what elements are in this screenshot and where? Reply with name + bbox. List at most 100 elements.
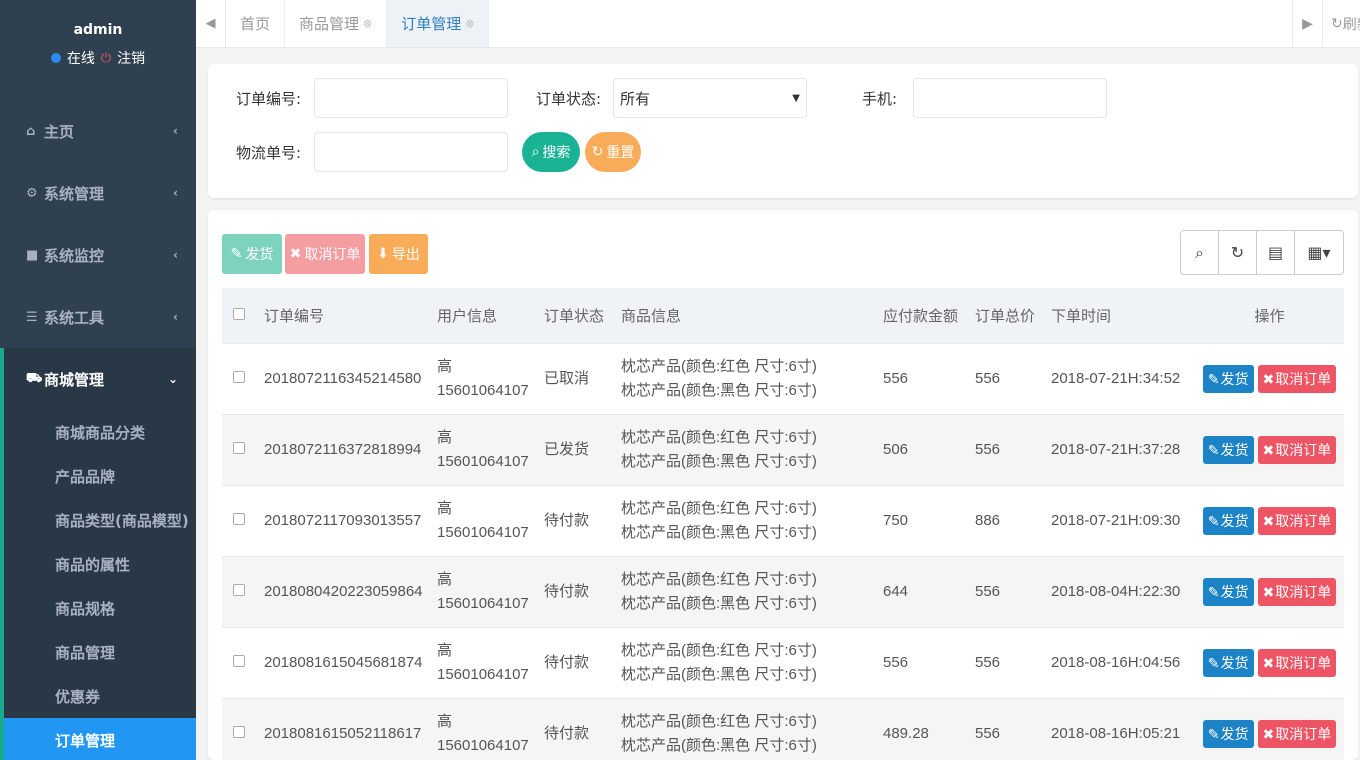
row-checkbox[interactable] <box>233 441 245 454</box>
export-button[interactable]: ⬇ 导出 <box>369 234 428 274</box>
row-select-cell <box>222 343 258 414</box>
order-no-input[interactable] <box>314 78 508 118</box>
submenu-item-spec[interactable]: 商品规格 <box>4 586 196 630</box>
row-checkbox[interactable] <box>233 512 245 525</box>
close-icon[interactable]: ⊗ <box>363 17 372 30</box>
row-ship-button[interactable]: ✎ 发货 <box>1202 577 1254 606</box>
row-ship-button[interactable]: ✎ 发货 <box>1202 364 1254 393</box>
submenu-item-product[interactable]: 商品管理 <box>4 630 196 674</box>
product-line: 枕芯产品(颜色:黑色 尺寸:6寸) <box>621 381 817 399</box>
table-row: 2018081615052118617 高 15601064107 待付款 枕芯产… <box>222 698 1344 760</box>
row-checkbox[interactable] <box>233 370 245 383</box>
close-icon: ✖ <box>1262 370 1275 387</box>
row-ship-label: 发货 <box>1220 583 1249 600</box>
tab-home[interactable]: 首页 <box>226 0 286 47</box>
tab-products[interactable]: 商品管理 ⊗ <box>285 0 388 47</box>
user-name: 高 <box>437 641 453 659</box>
row-cancel-button[interactable]: ✖ 取消订单 <box>1257 435 1337 464</box>
submenu-item-type[interactable]: 商品类型(商品模型) <box>4 498 196 542</box>
select-all-checkbox[interactable] <box>233 307 245 320</box>
tab-orders[interactable]: 订单管理 ⊗ <box>387 0 490 47</box>
logistics-no-input[interactable] <box>314 132 508 172</box>
cancel-order-button[interactable]: ✖ 取消订单 <box>285 234 365 274</box>
order-status-select[interactable]: 所有 ▼ <box>613 78 807 118</box>
table-refresh-button[interactable]: ↻ <box>1219 231 1257 274</box>
submenu-item-brand[interactable]: 产品品牌 <box>4 454 196 498</box>
table-columns-button[interactable]: ▦▾ <box>1295 231 1343 274</box>
submenu-item-attribute[interactable]: 商品的属性 <box>4 542 196 586</box>
user-info-cell: 高 15601064107 <box>431 698 538 760</box>
row-checkbox[interactable] <box>233 654 245 667</box>
menu-item-tools[interactable]: ☰ 系统工具 ‹ <box>0 286 196 348</box>
ship-button[interactable]: ✎ 发货 <box>222 234 282 274</box>
row-ship-button[interactable]: ✎ 发货 <box>1202 719 1254 748</box>
user-info-cell: 高 15601064107 <box>431 627 538 698</box>
menu-item-label: 商城管理 <box>44 370 105 389</box>
menu-item-system[interactable]: ⚙ 系统管理 ‹ <box>0 162 196 224</box>
table-toggle-view-button[interactable]: ▤ <box>1257 231 1295 274</box>
col-total[interactable]: 订单总价 <box>969 288 1045 344</box>
table-search-button[interactable]: ⌕ <box>1181 231 1219 274</box>
order-no-cell: 2018072116372818994 <box>264 440 422 458</box>
refresh-button[interactable]: ↻ 刷新 <box>1322 0 1360 47</box>
payable-cell: 506 <box>883 440 909 458</box>
user-phone: 15601064107 <box>437 736 529 754</box>
row-ship-button[interactable]: ✎ 发货 <box>1202 506 1254 535</box>
row-cancel-button[interactable]: ✖ 取消订单 <box>1257 719 1337 748</box>
user-info-cell: 高 15601064107 <box>431 414 538 485</box>
col-user-info[interactable]: 用户信息 <box>431 288 538 344</box>
row-ship-button[interactable]: ✎ 发货 <box>1202 435 1254 464</box>
home-icon: ⌂ <box>26 123 36 139</box>
phone-input[interactable] <box>913 78 1107 118</box>
bars-icon: ☰ <box>26 309 38 325</box>
status-cell: 已取消 <box>544 369 590 387</box>
gear-icon: ⚙ <box>26 185 38 201</box>
row-cancel-label: 取消订单 <box>1275 512 1332 529</box>
submenu-item-orders[interactable]: 订单管理 <box>4 718 196 760</box>
col-product-info[interactable]: 商品信息 <box>615 288 877 344</box>
table-row: 2018081615045681874 高 15601064107 待付款 枕芯产… <box>222 627 1344 698</box>
order-time-cell: 2018-08-04H:22:30 <box>1051 582 1181 600</box>
col-payable[interactable]: 应付款金额 <box>877 288 969 344</box>
total-cell: 556 <box>975 369 1001 387</box>
col-order-time[interactable]: 下单时间 <box>1045 288 1195 344</box>
table-row: 2018080420223059864 高 15601064107 待付款 枕芯产… <box>222 556 1344 627</box>
status-cell: 待付款 <box>544 724 590 742</box>
menu-item-label: 系统工具 <box>44 308 105 327</box>
search-button-label: 搜索 <box>542 145 571 161</box>
logout-link[interactable]: 注销 <box>117 48 145 68</box>
row-checkbox[interactable] <box>233 725 245 738</box>
tab-scroll-left-button[interactable]: ◀ <box>196 0 226 47</box>
total-cell: 886 <box>975 511 1001 529</box>
row-cancel-button[interactable]: ✖ 取消订单 <box>1257 577 1337 606</box>
row-cancel-button[interactable]: ✖ 取消订单 <box>1257 648 1337 677</box>
col-status[interactable]: 订单状态 <box>538 288 615 344</box>
row-cancel-button[interactable]: ✖ 取消订单 <box>1257 364 1337 393</box>
submenu-item-category[interactable]: 商城商品分类 <box>4 410 196 454</box>
close-icon: ✖ <box>289 246 302 262</box>
status-cell: 待付款 <box>544 653 590 671</box>
logout-icon[interactable]: ⏻ <box>101 51 111 66</box>
menu-item-label: 主页 <box>44 122 75 141</box>
menu-item-home[interactable]: ⌂ 主页 ‹ <box>0 100 196 162</box>
caret-down-icon: ▼ <box>792 92 800 104</box>
submenu-item-coupon[interactable]: 优惠券 <box>4 674 196 718</box>
orders-table: 订单编号 用户信息 订单状态 商品信息 应付款金额 订单总价 下单时间 操作 2… <box>222 288 1344 760</box>
menu-item-mall[interactable]: ⛟ 商城管理 ⌄ <box>0 348 196 410</box>
product-line: 枕芯产品(颜色:红色 尺寸:6寸) <box>621 570 817 588</box>
edit-icon: ✎ <box>230 246 243 262</box>
order-status-value: 所有 <box>620 89 651 108</box>
table-header-row: 订单编号 用户信息 订单状态 商品信息 应付款金额 订单总价 下单时间 操作 <box>222 288 1344 344</box>
reset-button[interactable]: ↻ 重置 <box>585 132 641 172</box>
menu-item-monitor[interactable]: ■ 系统监控 ‹ <box>0 224 196 286</box>
search-button[interactable]: ⌕ 搜索 <box>522 132 580 172</box>
close-icon[interactable]: ⊗ <box>465 17 474 30</box>
row-ship-button[interactable]: ✎ 发货 <box>1202 648 1254 677</box>
col-order-no[interactable]: 订单编号 <box>258 288 431 344</box>
row-checkbox[interactable] <box>233 583 245 596</box>
tab-bar: ◀ 首页 商品管理 ⊗ 订单管理 ⊗ ▶ ↻ 刷新 <box>196 0 1360 48</box>
edit-icon: ✎ <box>1207 441 1220 458</box>
row-cancel-button[interactable]: ✖ 取消订单 <box>1257 506 1337 535</box>
close-icon: ✖ <box>1262 654 1275 671</box>
tab-scroll-right-button[interactable]: ▶ <box>1292 0 1322 47</box>
